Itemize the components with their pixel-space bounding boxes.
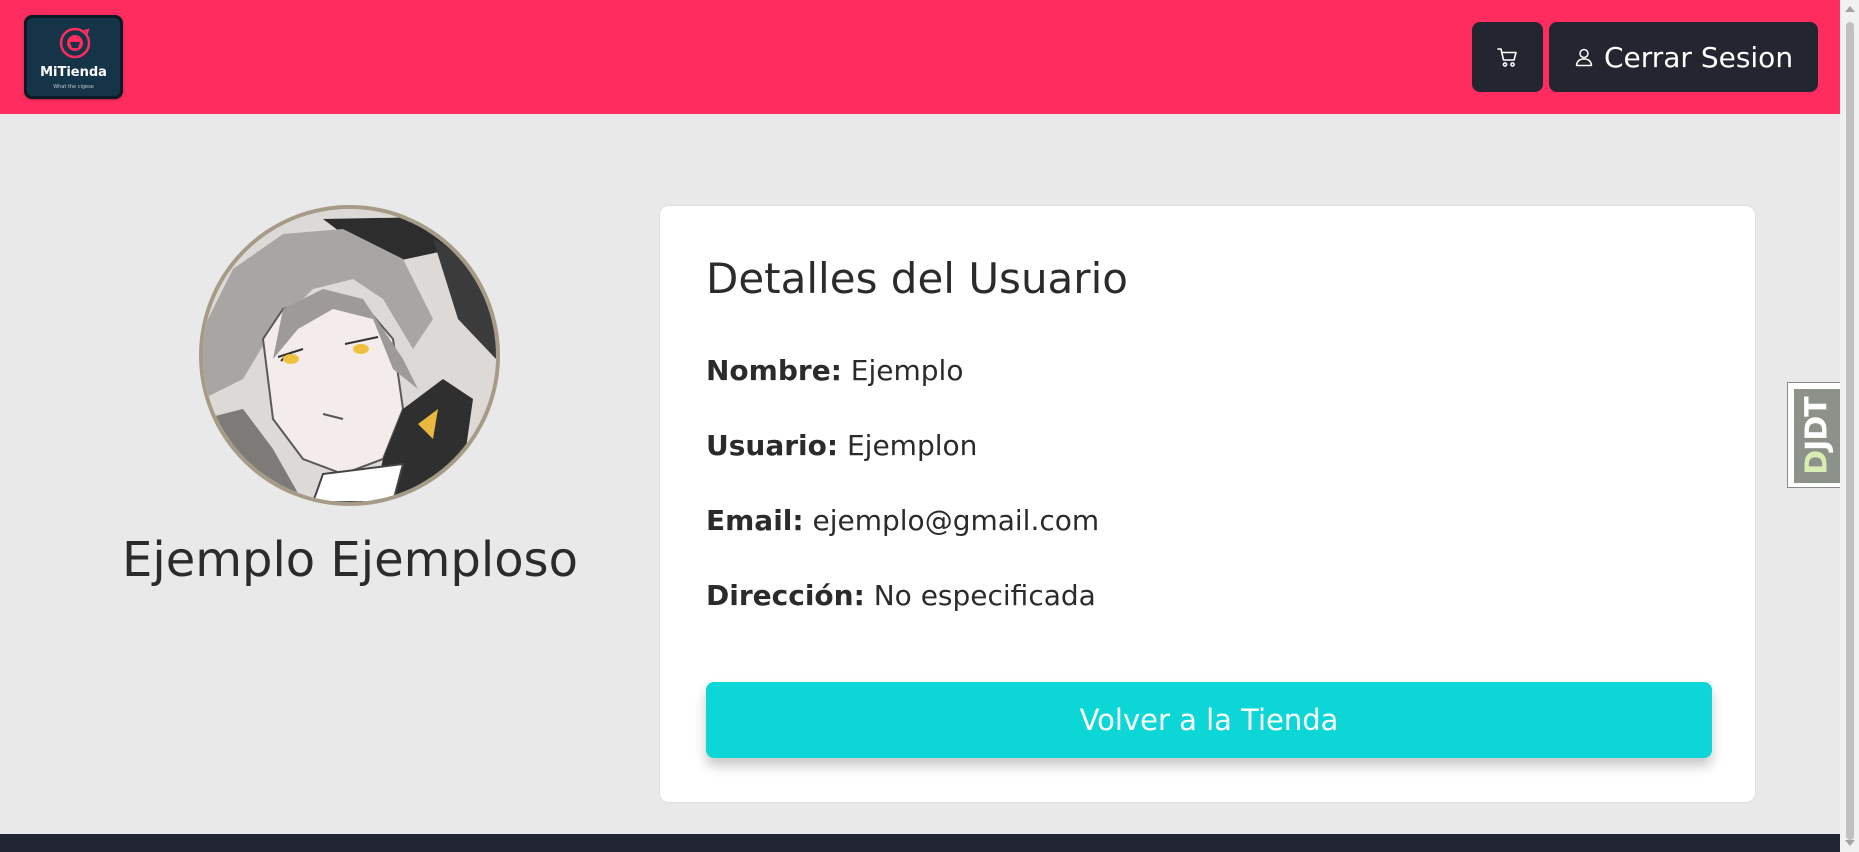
- user-icon: [1575, 48, 1593, 67]
- field-nombre: Nombre: Ejemplo: [706, 354, 963, 387]
- scroll-down-icon[interactable]: [1845, 840, 1855, 846]
- back-to-store-button[interactable]: Volver a la Tienda: [706, 682, 1712, 758]
- user-details-card: Detalles del Usuario Nombre: Ejemplo Usu…: [659, 205, 1756, 803]
- debug-toolbar-badge: DJDT: [1794, 389, 1840, 483]
- debug-toolbar-label-first: D: [1799, 450, 1835, 475]
- field-direccion: Dirección: No especificada: [706, 579, 1096, 612]
- debug-toolbar-handle[interactable]: DJDT: [1787, 382, 1843, 488]
- logo-emblem-icon: [59, 27, 91, 59]
- field-value: Ejemplon: [846, 429, 978, 462]
- logo-tagline: What the cigese: [53, 84, 94, 90]
- navbar: MiTienda What the cigese Cerrar Sesion: [0, 0, 1840, 114]
- scrollbar-thumb[interactable]: [1846, 22, 1854, 840]
- field-label: Nombre:: [706, 354, 842, 387]
- footer: [0, 834, 1840, 852]
- debug-toolbar-label-rest: JDT: [1799, 397, 1835, 451]
- logout-button[interactable]: Cerrar Sesion: [1549, 22, 1818, 92]
- logo[interactable]: MiTienda What the cigese: [24, 15, 123, 99]
- logout-label: Cerrar Sesion: [1603, 40, 1794, 74]
- field-email: Email: ejemplo@gmail.com: [706, 504, 1099, 537]
- field-label: Usuario:: [706, 429, 839, 462]
- scroll-up-icon[interactable]: [1845, 6, 1855, 12]
- cart-button[interactable]: [1472, 22, 1543, 92]
- logo-name: MiTienda: [40, 65, 107, 80]
- field-value: Ejemplo: [850, 354, 964, 387]
- field-value: No especificada: [873, 579, 1096, 612]
- field-value: ejemplo@gmail.com: [812, 504, 1100, 537]
- field-usuario: Usuario: Ejemplon: [706, 429, 977, 462]
- avatar-illustration: [203, 209, 496, 502]
- debug-toolbar-label: DJDT: [1800, 397, 1835, 474]
- field-label: Dirección:: [706, 579, 865, 612]
- card-title: Detalles del Usuario: [706, 254, 1128, 303]
- cart-icon: [1496, 48, 1517, 67]
- page-scrollbar[interactable]: [1840, 0, 1859, 852]
- profile-name: Ejemplo Ejemploso: [122, 532, 578, 588]
- user-avatar: [199, 205, 500, 506]
- field-label: Email:: [706, 504, 804, 537]
